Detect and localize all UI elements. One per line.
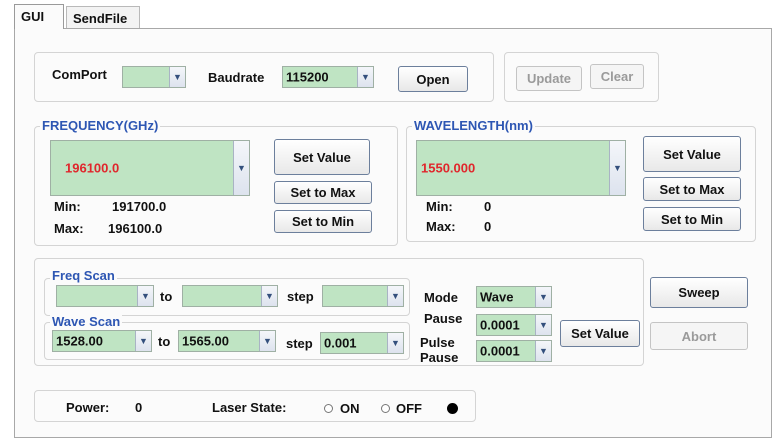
abort-button[interactable]: Abort: [650, 322, 748, 350]
wave-scan-step-label: step: [286, 336, 313, 351]
wave-scan-from-select[interactable]: 1528.00 ▼: [52, 330, 152, 352]
wavelength-display[interactable]: 1550.000 ▼: [416, 140, 626, 196]
pause-select[interactable]: 0.0001 ▼: [476, 314, 552, 336]
freq-min-label: Min:: [54, 199, 81, 214]
frequency-title: FREQUENCY(GHz): [40, 118, 161, 133]
freq-set-min-button[interactable]: Set to Min: [274, 210, 372, 233]
wave-scan-to-select[interactable]: 1565.00 ▼: [178, 330, 276, 352]
chevron-down-icon: ▼: [387, 333, 403, 353]
baudrate-label: Baudrate: [208, 70, 265, 85]
chevron-down-icon: ▼: [609, 141, 625, 195]
comport-select[interactable]: ▼: [122, 66, 186, 88]
pulse-pause-label-2: Pause: [420, 350, 459, 365]
mode-label: Mode: [424, 290, 458, 305]
chevron-down-icon: ▼: [169, 67, 185, 87]
chevron-down-icon: ▼: [535, 287, 551, 307]
status-led-icon: [447, 403, 458, 414]
wave-scan-title: Wave Scan: [50, 314, 123, 329]
chevron-down-icon: ▼: [387, 286, 403, 306]
wave-max-value: 0: [484, 219, 492, 234]
chevron-down-icon: ▼: [535, 341, 551, 361]
laser-state-label: Laser State:: [212, 400, 287, 415]
pause-label: Pause: [424, 311, 463, 326]
chevron-down-icon: ▼: [259, 331, 275, 351]
freq-min-value: 191700.0: [112, 199, 167, 214]
tab-sendfile-label: SendFile: [73, 11, 128, 26]
baudrate-select[interactable]: 115200 ▼: [282, 66, 374, 88]
freq-scan-title: Freq Scan: [50, 268, 117, 283]
mode-select[interactable]: Wave ▼: [476, 286, 552, 308]
open-button[interactable]: Open: [398, 66, 468, 92]
wave-min-value: 0: [484, 199, 492, 214]
sweep-set-value-button[interactable]: Set Value: [560, 320, 640, 347]
freq-scan-from-select[interactable]: ▼: [56, 285, 154, 307]
wavelength-title: WAVELENGTH(nm): [412, 118, 535, 133]
chevron-down-icon: ▼: [135, 331, 151, 351]
clear-button[interactable]: Clear: [590, 64, 644, 89]
wave-set-max-button[interactable]: Set to Max: [643, 177, 741, 201]
tab-gui-label: GUI: [21, 9, 45, 24]
freq-scan-to-select[interactable]: ▼: [182, 285, 278, 307]
wave-scan-step-select[interactable]: 0.001 ▼: [320, 332, 404, 354]
freq-set-max-button[interactable]: Set to Max: [274, 181, 372, 204]
comport-label: ComPort: [52, 67, 107, 82]
wave-set-value-button[interactable]: Set Value: [643, 136, 741, 172]
update-button[interactable]: Update: [516, 66, 582, 91]
wave-scan-to-label: to: [158, 334, 171, 349]
wave-set-min-button[interactable]: Set to Min: [643, 207, 741, 231]
freq-set-value-button[interactable]: Set Value: [274, 139, 370, 175]
chevron-down-icon: ▼: [535, 315, 551, 335]
radio-on-icon[interactable]: [324, 404, 333, 413]
radio-off-icon[interactable]: [381, 404, 390, 413]
pulse-pause-label-1: Pulse: [420, 335, 455, 350]
freq-max-value: 196100.0: [108, 221, 163, 236]
freq-scan-step-label: step: [287, 289, 314, 304]
freq-scan-step-select[interactable]: ▼: [322, 285, 404, 307]
frequency-display[interactable]: 196100.0 ▼: [50, 140, 250, 196]
chevron-down-icon: ▼: [357, 67, 373, 87]
chevron-down-icon: ▼: [137, 286, 153, 306]
laser-off-label: OFF: [396, 401, 422, 416]
tab-sendfile[interactable]: SendFile: [66, 6, 140, 28]
tab-gui[interactable]: GUI: [14, 4, 64, 29]
power-value: 0: [135, 400, 143, 415]
laser-on-label: ON: [340, 401, 360, 416]
freq-scan-to-label: to: [160, 289, 173, 304]
wave-min-label: Min:: [426, 199, 453, 214]
freq-max-label: Max:: [54, 221, 84, 236]
chevron-down-icon: ▼: [261, 286, 277, 306]
sweep-button[interactable]: Sweep: [650, 277, 748, 308]
wave-max-label: Max:: [426, 219, 456, 234]
chevron-down-icon: ▼: [233, 141, 249, 195]
power-label: Power:: [66, 400, 110, 415]
pulse-pause-select[interactable]: 0.0001 ▼: [476, 340, 552, 362]
